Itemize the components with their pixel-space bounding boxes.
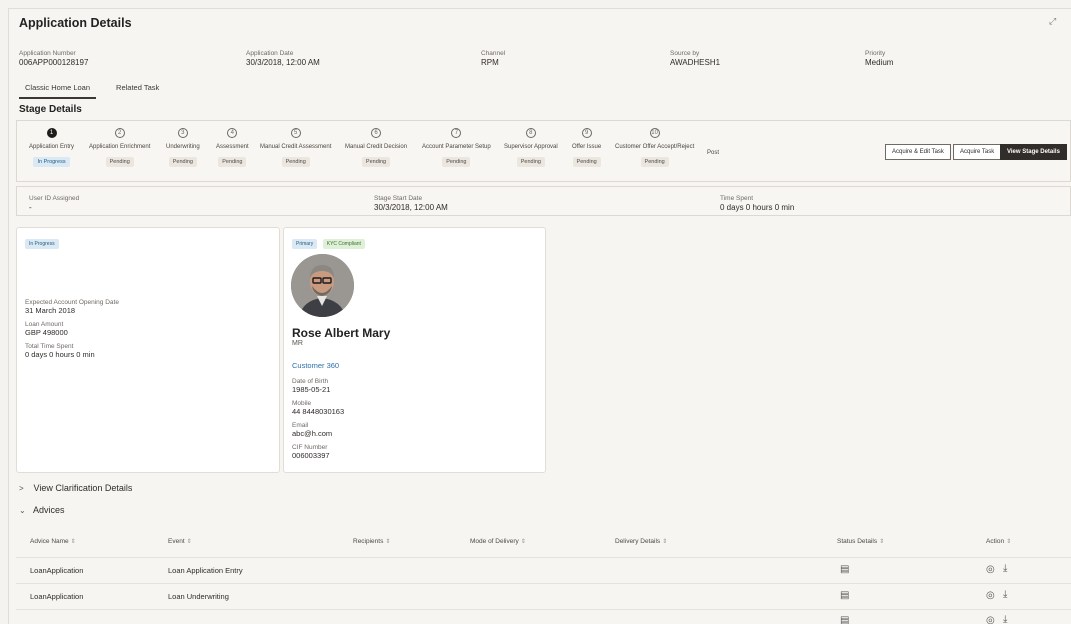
status-badge: Pending (442, 157, 471, 167)
sort-icon: ⇕ (186, 539, 192, 545)
sort-icon: ⇕ (520, 539, 526, 545)
status-badge: Pending (281, 157, 310, 167)
assignment-panel: User ID Assigned - Stage Start Date 30/3… (16, 186, 1071, 216)
column-header[interactable]: Delivery Details ⇕ (615, 538, 667, 545)
chevron-down-icon: ⌄ (19, 506, 26, 515)
kyc-tag: KYC Compliant (322, 239, 365, 249)
table-row: LoanApplication Loan Underwriting ▤ ◎ ⤓ (16, 583, 1071, 609)
stage-8[interactable]: 8 Supervisor Approval Pending (504, 128, 558, 167)
stage-post[interactable]: Post (707, 144, 719, 156)
stage-panel: 1 Application Entry In Progress 2 Applic… (16, 120, 1071, 182)
tab-bar: Classic Home Loan Related Task (19, 80, 165, 99)
salutation: MR (292, 340, 303, 347)
stage-7[interactable]: 7 Account Parameter Setup Pending (422, 128, 491, 167)
stage-4[interactable]: 4 Assessment Pending (216, 128, 249, 167)
stage-1[interactable]: 1 Application Entry In Progress (29, 128, 74, 167)
avatar (291, 254, 354, 317)
status-badge: Pending (361, 157, 391, 167)
advices-toggle[interactable]: ⌄ Advices (19, 505, 65, 515)
page-title: Application Details (19, 16, 132, 30)
application-summary-card: In Progress Expected Account Opening Dat… (16, 227, 280, 473)
channel: Channel RPM (481, 50, 506, 67)
status-badge: Pending (516, 157, 545, 167)
status-badge: In Progress (33, 157, 70, 167)
view-clarification-toggle[interactable]: > View Clarification Details (19, 483, 132, 493)
table-row: LoanApplication Loan Application Entry ▤… (16, 557, 1071, 583)
expand-icon[interactable]: ⤢ (1049, 17, 1059, 27)
sort-icon: ⇕ (70, 539, 76, 545)
tab-related-task[interactable]: Related Task (110, 80, 165, 99)
acquire-edit-task-button[interactable]: Acquire & Edit Task (885, 144, 951, 160)
user-id-assigned: User ID Assigned - (29, 195, 80, 212)
source-by: Source by AWADHESH1 (670, 50, 721, 67)
status-badge: Pending (105, 157, 134, 167)
column-header[interactable]: Event ⇕ (168, 538, 192, 545)
application-date: Application Date 30/3/2018, 12:00 AM (246, 50, 320, 67)
application-number: Application Number 006APP000128197 (19, 50, 89, 67)
sort-icon: ⇕ (385, 539, 391, 545)
view-icon[interactable]: ◎ (986, 590, 995, 601)
status-badge: Pending (572, 157, 601, 167)
email: Email abc@h.com (292, 422, 333, 438)
customer-360-link[interactable]: Customer 360 (292, 361, 339, 370)
acquire-task-button[interactable]: Acquire Task (953, 144, 1002, 160)
advices-table-header: Advice Name ⇕ Event ⇕ Recipients ⇕ Mode of … (16, 538, 1071, 552)
expected-opening-date: Expected Account Opening Date 31 March 2… (25, 299, 119, 315)
status-details-icon[interactable]: ▤ (840, 590, 849, 601)
status-details-icon[interactable]: ▤ (840, 564, 849, 575)
download-icon[interactable]: ⤓ (1003, 614, 1007, 624)
column-header[interactable]: Status Details ⇕ (837, 538, 884, 545)
loan-amount: Loan Amount GBP 498000 (25, 321, 68, 337)
stage-2[interactable]: 2 Application Enrichment Pending (89, 128, 150, 167)
sort-icon: ⇕ (662, 539, 668, 545)
status-badge: Pending (168, 157, 197, 167)
total-time-spent: Total Time Spent 0 days 0 hours 0 min (25, 343, 95, 359)
date-of-birth: Date of Birth 1985-05-21 (292, 378, 331, 394)
sort-icon: ⇕ (1006, 539, 1012, 545)
stage-6[interactable]: 6 Manual Credit Decision Pending (345, 128, 407, 167)
stage-5[interactable]: 5 Manual Credit Assessment Pending (260, 128, 331, 167)
stage-details-title: Stage Details (19, 104, 82, 115)
download-icon[interactable]: ⤓ (1003, 563, 1007, 574)
chevron-right-icon: > (19, 484, 24, 493)
priority: Priority Medium (865, 50, 894, 67)
stage-9[interactable]: 9 Offer Issue Pending (572, 128, 601, 167)
stage-start-date: Stage Start Date 30/3/2018, 12:00 AM (374, 195, 448, 212)
column-header[interactable]: Action ⇕ (986, 538, 1011, 545)
cif-number: CIF Number 006003397 (292, 444, 330, 460)
stage-3[interactable]: 3 Underwriting Pending (166, 128, 200, 167)
time-spent: Time Spent 0 days 0 hours 0 min (720, 195, 795, 212)
status-badge: Pending (218, 157, 247, 167)
status-details-icon[interactable]: ▤ (840, 615, 849, 624)
table-row: ▤ ◎ ⤓ (16, 609, 1071, 624)
tab-classic-home-loan[interactable]: Classic Home Loan (19, 80, 97, 99)
column-header[interactable]: Recipients ⇕ (353, 538, 390, 545)
customer-card: Primary KYC Compliant Rose Albert Mary M… (283, 227, 546, 473)
download-icon[interactable]: ⤓ (1003, 589, 1007, 600)
status-badge: Pending (640, 157, 669, 167)
view-icon[interactable]: ◎ (986, 615, 995, 624)
stage-10[interactable]: 10 Customer Offer Accept/Reject Pending (615, 128, 694, 167)
customer-name: Rose Albert Mary (292, 326, 391, 340)
sort-icon: ⇕ (879, 539, 885, 545)
primary-tag: Primary (292, 239, 318, 249)
mobile: Mobile 44 8448030163 (292, 400, 345, 416)
column-header[interactable]: Advice Name ⇕ (30, 538, 76, 545)
view-stage-details-button[interactable]: View Stage Details (1000, 144, 1067, 160)
status-badge: In Progress (25, 239, 59, 249)
view-icon[interactable]: ◎ (986, 564, 995, 575)
column-header[interactable]: Mode of Delivery ⇕ (470, 538, 526, 545)
